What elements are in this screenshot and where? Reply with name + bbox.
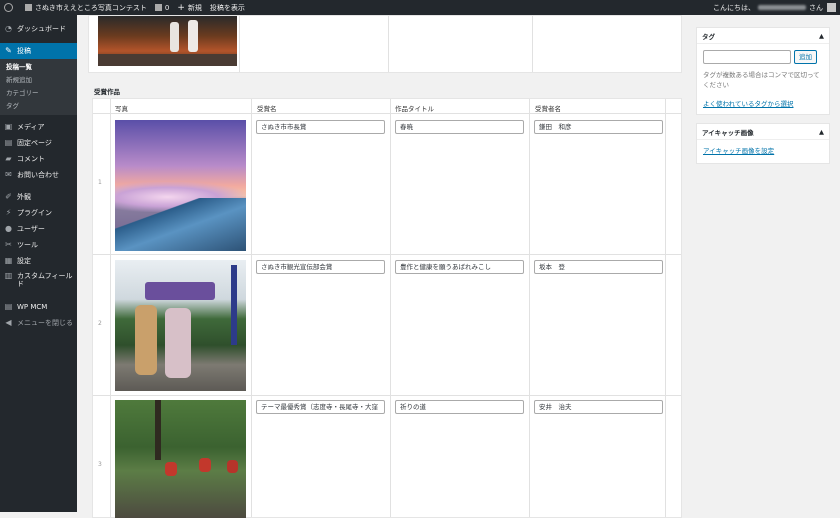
admin-sidebar: ◔ ダッシュボード ✎ 投稿 投稿一覧 新規追加 カテゴリー タグ ▣ メディア ▤ 固… bbox=[0, 15, 77, 512]
tag-help-text: タグが複数ある場合はコンマで区切ってください bbox=[703, 71, 820, 89]
mail-icon: ✉ bbox=[5, 170, 12, 179]
menu-wp-mcm[interactable]: ▤ WP MCM bbox=[0, 299, 77, 315]
settings-icon: ▦ bbox=[4, 256, 13, 265]
work-title-input[interactable]: 祈りの道 bbox=[395, 400, 524, 414]
tags-box: タグ ▲ 追加 タグが複数ある場合はコンマで区切ってください よく使われているタ… bbox=[696, 27, 830, 115]
comment-icon bbox=[154, 4, 162, 11]
table-row: 3 テーマ最優秀賞（志度寺・長尾寺・大窪 祈りの道 安井 治夫 bbox=[93, 397, 681, 518]
tags-box-title: タグ bbox=[702, 32, 715, 41]
previous-row-box bbox=[88, 15, 682, 73]
awards-section-title: 受賞作品 bbox=[94, 88, 120, 96]
photo-prayer-path-jizo[interactable] bbox=[115, 400, 246, 518]
menu-dashboard[interactable]: ◔ ダッシュボード bbox=[0, 21, 77, 37]
comments-link[interactable]: 0 bbox=[154, 3, 170, 12]
submenu-categories[interactable]: カテゴリー bbox=[0, 87, 77, 100]
table-row: 1 さぬき市市長賞 春暁 鎌田 和彦 bbox=[93, 115, 681, 255]
row-number: 1 bbox=[98, 179, 102, 186]
wordpress-logo-icon[interactable] bbox=[4, 3, 17, 12]
main-content: 受賞作品 写真 受賞名 作品タイトル 受賞者名 1 さぬき市市長賞 春暁 鎌田 … bbox=[88, 15, 686, 518]
view-post-link[interactable]: 投稿を表示 bbox=[210, 3, 245, 13]
posts-submenu: 投稿一覧 新規追加 カテゴリー タグ bbox=[0, 59, 77, 115]
media-icon: ▣ bbox=[4, 122, 13, 131]
folder-icon: ▤ bbox=[4, 302, 13, 311]
menu-pages[interactable]: ▤ 固定ページ bbox=[0, 135, 77, 151]
featured-image-header[interactable]: アイキャッチ画像 ▲ bbox=[697, 124, 829, 140]
toggle-arrow-icon[interactable]: ▲ bbox=[819, 32, 824, 40]
user-icon: ● bbox=[5, 224, 12, 233]
photo-sakura-sunset[interactable] bbox=[115, 120, 246, 251]
comment-icon: ▰ bbox=[5, 154, 12, 163]
award-name-input[interactable]: テーマ最優秀賞（志度寺・長尾寺・大窪 bbox=[256, 400, 385, 414]
admin-bar: さぬき市ええところ写真コンテスト 0 + 新規 投稿を表示 こんにちは、 さん bbox=[0, 0, 840, 15]
plus-icon: + bbox=[177, 2, 185, 13]
popular-tags-link[interactable]: よく使われているタグから選択 bbox=[703, 100, 793, 108]
header-photo: 写真 bbox=[115, 105, 128, 113]
home-icon bbox=[25, 4, 32, 11]
award-name-input[interactable]: さぬき市市長賞 bbox=[256, 120, 385, 134]
new-label: 新規 bbox=[187, 3, 202, 12]
winner-name-input[interactable]: 安井 治夫 bbox=[534, 400, 663, 414]
header-title: 作品タイトル bbox=[395, 105, 434, 113]
comments-count: 0 bbox=[164, 3, 170, 12]
menu-settings[interactable]: ▦ 設定 bbox=[0, 253, 77, 269]
site-name-link[interactable]: さぬき市ええところ写真コンテスト bbox=[25, 3, 147, 13]
menu-plugins[interactable]: ⚡ プラグイン bbox=[0, 205, 77, 221]
plugin-icon: ⚡ bbox=[5, 208, 12, 217]
collapse-menu-button[interactable]: ◀ メニューを閉じる bbox=[0, 315, 77, 331]
submenu-tags[interactable]: タグ bbox=[0, 100, 77, 113]
top-photo-partial bbox=[98, 16, 237, 66]
menu-appearance[interactable]: ✐ 外観 bbox=[0, 189, 77, 205]
greeting-suffix: さん bbox=[809, 3, 823, 12]
header-winner: 受賞者名 bbox=[535, 105, 561, 113]
fields-icon: ▥ bbox=[4, 271, 13, 280]
awards-table-header: 写真 受賞名 作品タイトル 受賞者名 bbox=[93, 99, 681, 114]
username-blurred bbox=[758, 5, 806, 10]
menu-media[interactable]: ▣ メディア bbox=[0, 119, 77, 135]
menu-posts[interactable]: ✎ 投稿 bbox=[0, 43, 77, 59]
awards-table: 写真 受賞名 作品タイトル 受賞者名 1 さぬき市市長賞 春暁 鎌田 和彦 2 bbox=[92, 98, 682, 518]
avatar bbox=[827, 3, 836, 12]
new-content-link[interactable]: + 新規 bbox=[177, 3, 202, 13]
work-title-input[interactable]: 春暁 bbox=[395, 120, 524, 134]
winner-name-input[interactable]: 坂本 登 bbox=[534, 260, 663, 274]
menu-custom-fields[interactable]: ▥ カスタムフィールド bbox=[0, 269, 77, 293]
featured-image-box: アイキャッチ画像 ▲ アイキャッチ画像を設定 bbox=[696, 123, 830, 164]
award-name-input[interactable]: さぬき市観光宣伝部会賞 bbox=[256, 260, 385, 274]
tag-input[interactable] bbox=[703, 50, 791, 64]
wrench-icon: ✂ bbox=[5, 240, 12, 249]
pin-icon: ✎ bbox=[5, 46, 12, 55]
photo-festival-portable-shrine[interactable] bbox=[115, 260, 246, 391]
collapse-icon: ◀ bbox=[5, 318, 12, 327]
greeting-prefix: こんにちは、 bbox=[713, 3, 755, 12]
work-title-input[interactable]: 豊作と健康を願うあばれみこし bbox=[395, 260, 524, 274]
menu-comments[interactable]: ▰ コメント bbox=[0, 151, 77, 167]
menu-contact[interactable]: ✉ お問い合わせ bbox=[0, 167, 77, 183]
winner-name-input[interactable]: 鎌田 和彦 bbox=[534, 120, 663, 134]
toggle-arrow-icon[interactable]: ▲ bbox=[819, 128, 824, 136]
tags-box-header[interactable]: タグ ▲ bbox=[697, 28, 829, 44]
right-sidebar: タグ ▲ 追加 タグが複数ある場合はコンマで区切ってください よく使われているタ… bbox=[696, 27, 830, 172]
set-featured-image-link[interactable]: アイキャッチ画像を設定 bbox=[703, 147, 774, 155]
account-menu[interactable]: こんにちは、 さん bbox=[713, 0, 836, 15]
header-award: 受賞名 bbox=[257, 105, 277, 113]
submenu-all-posts[interactable]: 投稿一覧 bbox=[0, 61, 77, 74]
table-row: 2 さぬき市観光宣伝部会賞 豊作と健康を願うあばれみこし 坂本 登 bbox=[93, 256, 681, 396]
submenu-add-new[interactable]: 新規追加 bbox=[0, 74, 77, 87]
add-tag-button[interactable]: 追加 bbox=[794, 50, 817, 64]
brush-icon: ✐ bbox=[5, 192, 12, 201]
site-name: さぬき市ええところ写真コンテスト bbox=[35, 3, 147, 12]
featured-image-title: アイキャッチ画像 bbox=[702, 128, 754, 137]
row-number: 2 bbox=[98, 320, 102, 327]
row-number: 3 bbox=[98, 461, 102, 468]
page-icon: ▤ bbox=[4, 138, 13, 147]
menu-users[interactable]: ● ユーザー bbox=[0, 221, 77, 237]
dashboard-icon: ◔ bbox=[5, 24, 12, 33]
menu-tools[interactable]: ✂ ツール bbox=[0, 237, 77, 253]
